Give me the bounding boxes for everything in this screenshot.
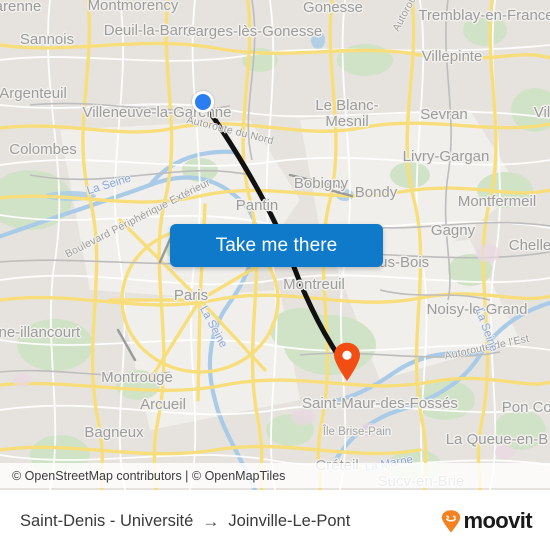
moovit-trip-map-screen: Montmorency Gonesse Tremblay-en-France Garg… (0, 0, 550, 550)
destination-marker[interactable] (332, 342, 362, 382)
origin-marker[interactable] (192, 91, 214, 113)
map-attribution-bar: © OpenStreetMap contributors | © OpenMap… (0, 463, 550, 488)
map-canvas[interactable]: Montmorency Gonesse Tremblay-en-France Garg… (0, 0, 550, 490)
trip-origin-label: Saint-Denis - Université (20, 511, 194, 530)
trip-destination-label: Joinville-Le-Pont (228, 511, 351, 530)
attribution-text: © OpenStreetMap contributors | © OpenMap… (12, 468, 286, 483)
moovit-pin-icon (442, 509, 461, 532)
moovit-wordmark: moovit (463, 508, 532, 533)
arrow-right-icon: → (202, 511, 220, 531)
map-pin-icon (334, 342, 360, 381)
trip-footer: Saint-Denis - Université → Joinville-Le-… (0, 490, 550, 550)
take-me-there-button[interactable]: Take me there (170, 224, 383, 267)
moovit-logo[interactable]: moovit (441, 508, 533, 534)
trip-summary: Saint-Denis - Université → Joinville-Le-… (0, 512, 350, 531)
